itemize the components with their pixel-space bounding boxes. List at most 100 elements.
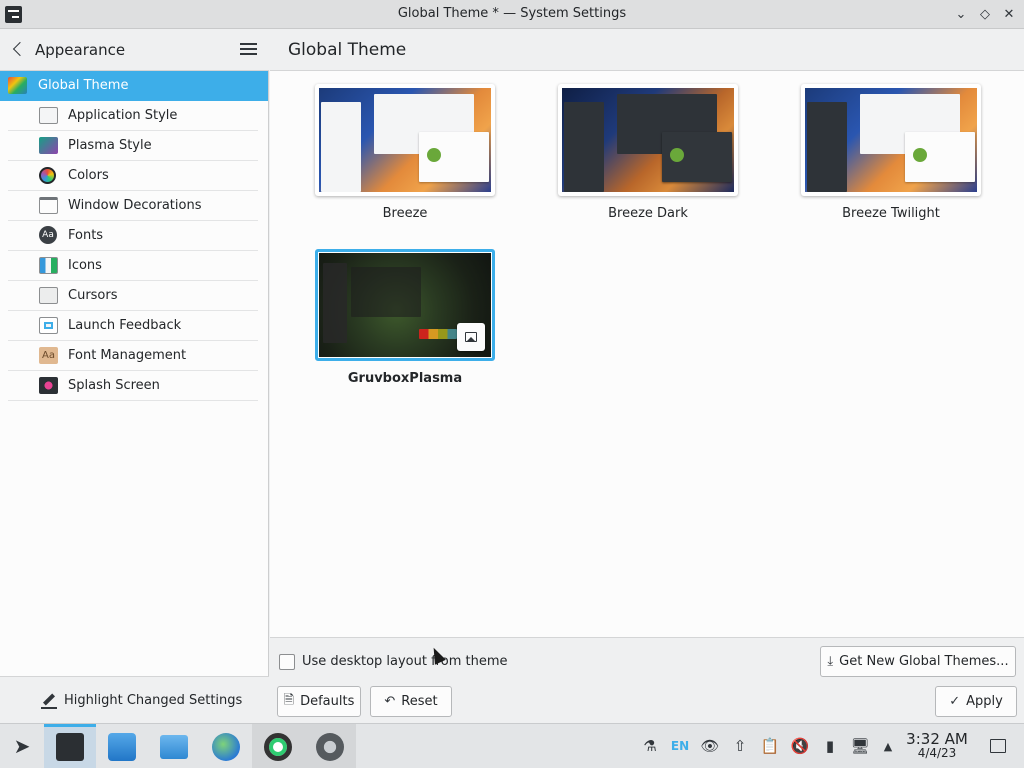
sidebar-item-label: Cursors	[68, 288, 118, 303]
sidebar-item-cursors[interactable]: Cursors	[0, 281, 268, 311]
chevron-down-icon: ⌄	[955, 6, 967, 22]
sidebar-item-label: Splash Screen	[68, 378, 160, 393]
taskbar-web-browser[interactable]	[200, 724, 252, 768]
clipboard-icon[interactable]: 📋	[760, 736, 780, 756]
theme-preview	[315, 84, 495, 196]
get-new-global-themes-button[interactable]: ⤓ Get New Global Themes...	[820, 646, 1016, 677]
apply-button[interactable]: ✓ Apply	[935, 686, 1017, 717]
icons-icon	[39, 257, 58, 274]
sidebar-item-plasma-style[interactable]: Plasma Style	[0, 131, 268, 161]
global-theme-icon	[8, 77, 27, 94]
theme-name: Breeze Dark	[608, 206, 688, 221]
use-desktop-layout-label[interactable]: Use desktop layout from theme	[302, 654, 507, 669]
sidebar-header: Appearance	[0, 29, 269, 71]
page-title: Global Theme	[288, 40, 407, 60]
taskbar: ➤ ⚗ EN 👁 ⇧ 📋 🔇 ▮ 🖥 ▲ 3:32 AM 4/4/23	[0, 723, 1024, 768]
taskbar-system-settings[interactable]	[44, 724, 96, 768]
clock-date: 4/4/23	[917, 746, 957, 760]
main-header: Global Theme	[270, 29, 1024, 71]
application-style-icon	[39, 107, 58, 124]
notifications-icon[interactable]: ⚗	[640, 736, 660, 756]
fonts-icon: Aa	[39, 226, 57, 244]
sidebar-item-label: Launch Feedback	[68, 318, 182, 333]
sidebar-item-font-management[interactable]: Aa Font Management	[0, 341, 268, 371]
sidebar-item-label: Window Decorations	[68, 198, 202, 213]
checkmark-icon: ✓	[949, 694, 961, 709]
digital-clock[interactable]: 3:32 AM 4/4/23	[901, 730, 973, 760]
usb-device-icon[interactable]: ▮	[820, 736, 840, 756]
network-icon[interactable]: 🖥	[850, 736, 870, 756]
taskbar-discover[interactable]	[96, 724, 148, 768]
sidebar-item-label: Plasma Style	[68, 138, 152, 153]
sidebar-item-window-decorations[interactable]: Window Decorations	[0, 191, 268, 221]
apply-label: Apply	[966, 694, 1003, 709]
sidebar-item-label: Global Theme	[38, 78, 129, 93]
theme-preview	[558, 84, 738, 196]
reset-label: Reset	[401, 694, 438, 709]
download-icon: ⤓	[827, 654, 834, 669]
taskbar-app-gear[interactable]	[304, 724, 356, 768]
back-arrow-icon[interactable]	[10, 39, 28, 59]
undo-icon: ↶	[384, 694, 396, 709]
cursors-icon	[39, 287, 58, 304]
defaults-button[interactable]: 🗎 Defaults	[277, 686, 361, 717]
sidebar-item-label: Icons	[68, 258, 102, 273]
launch-feedback-icon	[39, 317, 58, 334]
reset-button[interactable]: ↶ Reset	[370, 686, 452, 717]
get-new-global-themes-label: Get New Global Themes...	[839, 654, 1009, 669]
maximize-button[interactable]: ◇	[975, 4, 995, 24]
kde-launcher-icon: ➤	[13, 734, 31, 758]
sidebar-item-label: Font Management	[68, 348, 187, 363]
show-desktop-icon[interactable]	[988, 736, 1008, 756]
sidebar-item-label: Fonts	[68, 228, 104, 243]
sidebar-item-label: Application Style	[68, 108, 178, 123]
sidebar-item-fonts[interactable]: Aa Fonts	[0, 221, 268, 251]
system-settings-icon	[56, 733, 84, 761]
sidebar-heading: Appearance	[35, 41, 126, 59]
theme-preview	[315, 249, 495, 361]
use-desktop-layout-checkbox[interactable]	[279, 654, 295, 670]
splash-screen-icon	[39, 377, 58, 394]
minimize-button[interactable]: ⌄	[951, 4, 971, 24]
theme-name: GruvboxPlasma	[347, 371, 463, 386]
window-title: Global Theme * — System Settings	[397, 6, 627, 21]
highlight-pen-icon	[41, 693, 57, 709]
plasma-style-icon	[39, 137, 58, 154]
sidebar-item-application-style[interactable]: Application Style	[0, 101, 268, 131]
bottom-bar: Use desktop layout from theme ⤓ Get New …	[270, 637, 1024, 723]
volume-muted-icon[interactable]: 🔇	[790, 736, 810, 756]
highlight-changed-settings-label: Highlight Changed Settings	[64, 693, 243, 708]
sidebar-item-global-theme[interactable]: Global Theme	[0, 71, 268, 101]
sidebar-item-launch-feedback[interactable]: Launch Feedback	[0, 311, 268, 341]
sidebar-nav: Global Theme Application Style Plasma St…	[0, 71, 268, 401]
discover-icon	[108, 733, 136, 761]
keyboard-layout-indicator[interactable]: EN	[669, 736, 691, 756]
tray-expand-arrow-icon[interactable]: ▲	[878, 736, 898, 756]
document-icon: 🗎	[283, 692, 295, 708]
globe-icon	[212, 733, 240, 761]
close-button[interactable]: ✕	[999, 4, 1019, 24]
gear-app-icon	[316, 733, 344, 761]
theme-name: Breeze Twilight	[842, 206, 940, 221]
colors-icon	[39, 167, 56, 184]
hamburger-menu-icon[interactable]	[240, 43, 257, 55]
title-bar: Global Theme * — System Settings ⌄ ◇ ✕	[0, 0, 1024, 29]
theme-preview	[801, 84, 981, 196]
font-management-icon: Aa	[39, 347, 58, 364]
sidebar-item-splash-screen[interactable]: Splash Screen	[0, 371, 268, 401]
window-decorations-icon	[39, 197, 58, 214]
theme-name: Breeze	[382, 206, 428, 221]
sidebar-item-icons[interactable]: Icons	[0, 251, 268, 281]
updates-icon[interactable]: ⇧	[730, 736, 750, 756]
folder-icon	[160, 735, 188, 759]
highlight-changed-settings-button[interactable]: Highlight Changed Settings	[0, 676, 269, 723]
eye-icon[interactable]: 👁	[700, 736, 720, 756]
image-icon[interactable]	[457, 323, 485, 351]
sidebar-item-colors[interactable]: Colors	[0, 161, 268, 191]
taskbar-app-circle[interactable]	[252, 724, 304, 768]
diamond-icon: ◇	[980, 6, 990, 22]
defaults-label: Defaults	[300, 694, 355, 709]
close-icon: ✕	[1003, 6, 1015, 22]
taskbar-file-manager[interactable]	[148, 724, 200, 768]
sidebar: Appearance Global Theme Application Styl…	[0, 29, 269, 723]
